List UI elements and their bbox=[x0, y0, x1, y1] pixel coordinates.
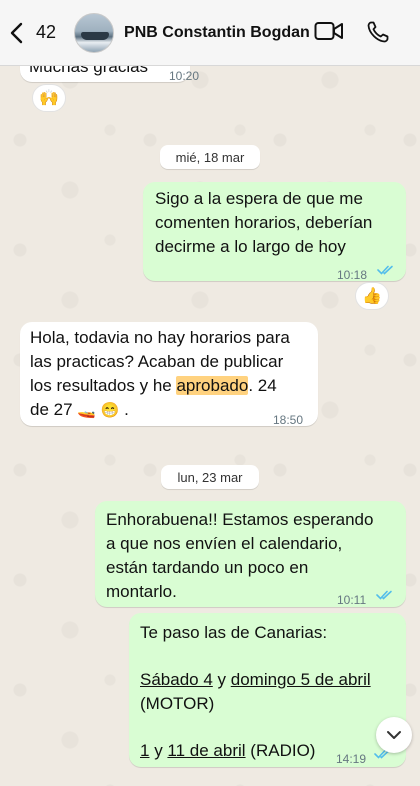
boat-emoji: 🚤 bbox=[77, 402, 96, 419]
reaction-badge[interactable]: 👍 bbox=[355, 282, 389, 310]
message-time: 14:19 bbox=[336, 752, 367, 766]
message-line: están tardando un poco en bbox=[106, 558, 309, 577]
message-line: comenten horarios, deberían bbox=[155, 213, 373, 232]
message-text: Sigo a la espera de que me comenten hora… bbox=[155, 187, 372, 259]
text-span: (RADIO) bbox=[245, 741, 316, 760]
back-button[interactable]: 42 bbox=[8, 13, 56, 53]
message-line: Hola, todavia no hay horarios para bbox=[30, 328, 290, 347]
text-span: . 24 bbox=[248, 376, 277, 395]
chevron-left-icon bbox=[10, 22, 23, 43]
scroll-to-bottom-button[interactable] bbox=[376, 717, 412, 753]
message-line: Sábado 4 y domingo 5 de abril bbox=[140, 668, 371, 692]
read-ticks-icon bbox=[377, 265, 393, 275]
message-incoming[interactable]: Hola, todavia no hay horarios para las p… bbox=[20, 322, 318, 427]
message-time: 10:20 bbox=[169, 69, 200, 83]
date-separator: lun, 23 mar bbox=[161, 465, 259, 489]
message-time: 10:11 bbox=[337, 593, 367, 607]
reaction-badge[interactable]: 🙌 bbox=[32, 84, 66, 112]
message-line: a que nos envíen el calendario, bbox=[106, 534, 343, 553]
date-link[interactable]: domingo 5 de abril bbox=[231, 670, 371, 689]
phone-call-icon[interactable] bbox=[366, 20, 390, 44]
contact-name[interactable]: PNB Constantin Bogdan bbox=[124, 24, 310, 42]
message-outgoing[interactable]: Sigo a la espera de que me comenten hora… bbox=[143, 182, 406, 282]
message-text: Te paso las de Canarias: Sábado 4 y domi… bbox=[140, 621, 371, 763]
reaction-emoji: 👍 bbox=[362, 288, 382, 305]
message-line: Te paso las de Canarias: bbox=[140, 623, 328, 642]
text-span: y bbox=[149, 741, 168, 760]
message-line: montarlo. bbox=[106, 582, 177, 601]
highlighted-text: aprobado bbox=[176, 376, 249, 395]
message-line: decirme a lo largo de hoy bbox=[155, 237, 346, 256]
message-line: los resultados y he aprobado. 24 bbox=[30, 374, 290, 398]
message-text: Hola, todavia no hay horarios para las p… bbox=[30, 326, 290, 423]
chat-header: 42 PNB Constantin Bogdan bbox=[0, 0, 420, 66]
message-time: 18:50 bbox=[273, 413, 304, 427]
chevron-down-icon bbox=[387, 731, 401, 739]
text-span: los resultados y he bbox=[30, 376, 177, 395]
date-link[interactable]: Sábado 4 bbox=[140, 670, 213, 689]
date-link[interactable]: 11 de abril bbox=[167, 741, 245, 760]
video-call-icon[interactable] bbox=[314, 20, 344, 42]
unread-count: 42 bbox=[36, 22, 57, 42]
message-text: Enhorabuena!! Estamos esperando a que no… bbox=[106, 508, 373, 604]
text-span: . bbox=[119, 400, 129, 419]
message-line: (MOTOR) bbox=[140, 694, 215, 713]
text-span: y bbox=[212, 670, 231, 689]
message-line: de 27 🚤 😁 . bbox=[30, 398, 290, 423]
message-line: Enhorabuena!! Estamos esperando bbox=[106, 510, 374, 529]
message-line: Sigo a la espera de que me bbox=[155, 189, 363, 208]
message-line: las practicas? Acaban de publicar bbox=[30, 352, 284, 371]
message-outgoing[interactable]: Te paso las de Canarias: Sábado 4 y domi… bbox=[129, 613, 406, 767]
date-label: mié, 18 mar bbox=[175, 149, 245, 165]
avatar[interactable] bbox=[74, 12, 115, 53]
message-outgoing[interactable]: Enhorabuena!! Estamos esperando a que no… bbox=[95, 501, 406, 607]
reaction-emoji: 🙌 bbox=[39, 90, 59, 107]
grin-emoji: 😁 bbox=[100, 402, 120, 419]
date-separator: mié, 18 mar bbox=[160, 145, 260, 169]
text-span: de 27 bbox=[30, 400, 73, 419]
read-ticks-icon bbox=[376, 590, 392, 600]
date-label: lun, 23 mar bbox=[177, 469, 243, 485]
